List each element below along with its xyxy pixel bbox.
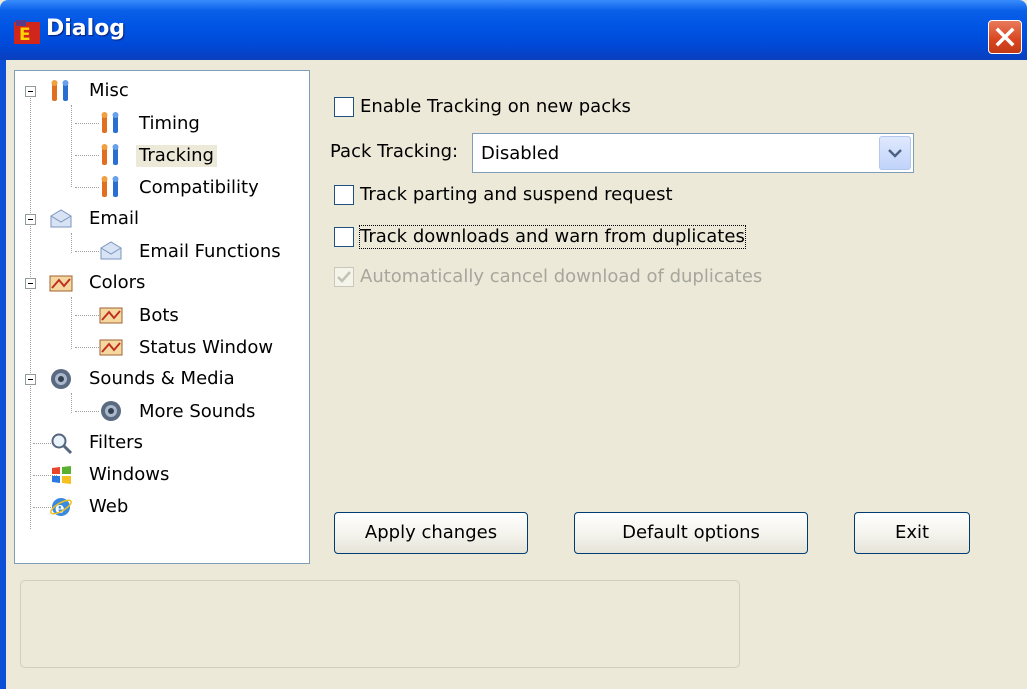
tree-connector (71, 393, 72, 413)
collapse-toggle[interactable] (25, 86, 36, 97)
tree-connector (71, 297, 72, 349)
tree-item-label: Timing (139, 113, 200, 134)
chevron-down-icon (888, 149, 902, 158)
svg-text:E: E (19, 25, 31, 44)
track-downloads-checkbox[interactable] (334, 227, 354, 247)
tree-item-label: Filters (89, 432, 143, 453)
tools-icon (51, 80, 69, 101)
dropdown-button[interactable] (879, 136, 911, 170)
palette-icon (49, 275, 73, 292)
speaker-icon (101, 401, 121, 421)
close-button[interactable] (988, 20, 1022, 54)
title-bar[interactable]: E Dialog (0, 0, 1027, 60)
tree-item-label: Sounds & Media (89, 368, 235, 389)
pack-tracking-dropdown[interactable]: Disabled (472, 133, 914, 173)
tree-item-label: Email Functions (139, 241, 281, 262)
tree-item-label: Bots (139, 305, 179, 326)
tools-icon (101, 144, 119, 165)
tools-icon (101, 112, 119, 133)
apply-changes-button[interactable]: Apply changes (334, 512, 528, 554)
enable-tracking-label[interactable]: Enable Tracking on new packs (360, 96, 631, 118)
pack-tracking-label: Pack Tracking: (330, 141, 459, 162)
tools-icon (101, 176, 119, 197)
tree-connector (75, 123, 99, 124)
email-icon (50, 209, 72, 228)
tree-connector (75, 251, 99, 252)
auto-cancel-label: Automatically cancel download of duplica… (360, 266, 763, 287)
app-icon: E (14, 20, 40, 44)
collapse-toggle[interactable] (25, 214, 36, 225)
pack-tracking-value: Disabled (481, 143, 560, 164)
dialog-window: E Dialog Misc Timing Tracking Compatibil… (0, 0, 1027, 689)
tree-connector (75, 315, 99, 316)
palette-icon (99, 307, 123, 324)
tree-connector (30, 93, 31, 529)
email-icon (100, 241, 122, 260)
magnifier-icon (51, 433, 73, 455)
track-downloads-label[interactable]: Track downloads and warn from duplicates (359, 225, 746, 249)
tree-connector (71, 105, 72, 187)
tree-item-label: Tracking (136, 145, 217, 167)
tree-item-label: Web (89, 496, 129, 517)
palette-icon (99, 339, 123, 356)
tree-item-label: Misc (89, 80, 129, 101)
tree-connector (75, 187, 99, 188)
settings-tree[interactable]: Misc Timing Tracking Compatibility Email… (14, 70, 310, 564)
tree-connector (71, 233, 72, 253)
tree-item-label: Status Window (139, 337, 274, 358)
checkmark-icon (337, 271, 351, 283)
tree-connector (75, 155, 99, 156)
tree-item-label: More Sounds (139, 401, 256, 422)
collapse-toggle[interactable] (25, 374, 36, 385)
enable-tracking-checkbox[interactable] (334, 97, 354, 117)
speaker-icon (51, 369, 71, 389)
track-parting-label[interactable]: Track parting and suspend request (360, 184, 673, 206)
track-parting-checkbox[interactable] (334, 185, 354, 205)
web-browser-icon: e (50, 498, 72, 517)
tree-item-label: Email (89, 208, 139, 229)
auto-cancel-option: Automatically cancel download of duplica… (334, 266, 794, 290)
tree-connector (75, 411, 99, 412)
tree-item-label: Windows (89, 464, 170, 485)
track-downloads-option[interactable]: Track downloads and warn from duplicates (334, 225, 784, 250)
windows-flag-icon (52, 466, 71, 484)
auto-cancel-checkbox (334, 267, 354, 287)
status-panel (20, 580, 740, 668)
tree-item-label: Colors (89, 272, 146, 293)
close-icon (995, 27, 1015, 47)
track-parting-option[interactable]: Track parting and suspend request (334, 184, 714, 208)
window-title: Dialog (46, 16, 126, 41)
tree-item-label: Compatibility (139, 177, 259, 198)
default-options-button[interactable]: Default options (574, 512, 808, 554)
tree-connector (75, 347, 99, 348)
collapse-toggle[interactable] (25, 278, 36, 289)
enable-tracking-option[interactable]: Enable Tracking on new packs (334, 96, 674, 120)
exit-button[interactable]: Exit (854, 512, 970, 554)
